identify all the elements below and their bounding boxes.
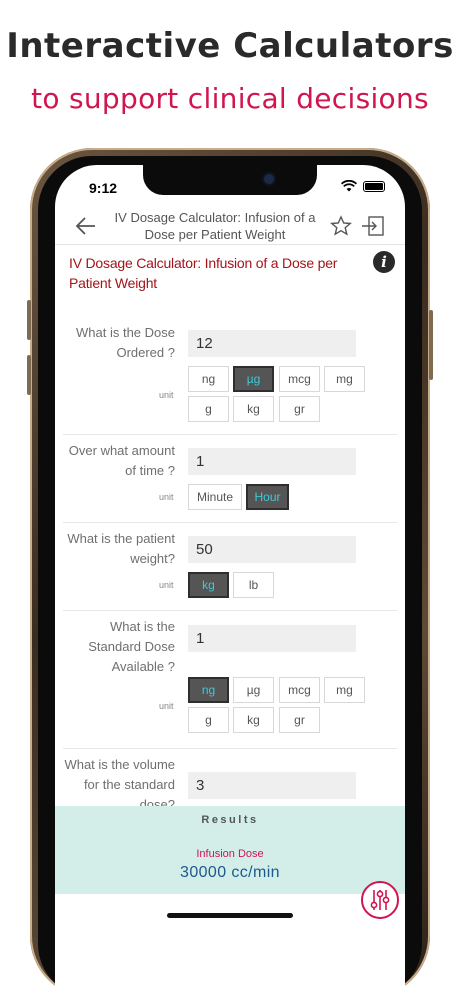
dose-ordered-unit-mg[interactable]: mg — [324, 366, 365, 392]
weight-label: What is the patient weight? — [67, 531, 175, 566]
info-icon[interactable]: i — [373, 251, 395, 273]
standard-dose-unit-label: unit — [159, 701, 174, 711]
weight-unit-label: unit — [159, 580, 174, 590]
camera-icon — [264, 174, 274, 184]
volume-row: What is the volume for the standard dose… — [63, 749, 397, 812]
time-unit-hour[interactable]: Hour — [246, 484, 289, 510]
calculator-title: IV Dosage Calculator: Infusion of a Dose… — [69, 255, 338, 291]
infusion-dose-label: Infusion Dose — [196, 848, 264, 860]
time-row: Over what amount of time ? 1 unit Minute… — [63, 435, 397, 523]
standard-dose-input[interactable]: 1 — [188, 625, 356, 652]
dose-ordered-input[interactable]: 12 — [188, 330, 356, 357]
volume-input[interactable]: 3 — [188, 772, 356, 799]
dose-ordered-unit-ng[interactable]: ng — [188, 366, 229, 392]
dose-ordered-row: What is the Dose Ordered ? 12 unit ng µg… — [63, 315, 397, 435]
promo-subtitle: to support clinical decisions — [31, 82, 429, 115]
battery-icon — [363, 180, 385, 192]
side-button-left — [27, 300, 31, 340]
time-unit-minute[interactable]: Minute — [188, 484, 242, 510]
status-icons — [341, 180, 385, 192]
standard-dose-unit-ng[interactable]: ng — [188, 677, 229, 703]
weight-row: What is the patient weight? 50 unit kg l… — [63, 523, 397, 611]
dose-ordered-unit-kg[interactable]: kg — [233, 396, 274, 422]
standard-dose-row: What is the Standard Dose Available ? 1 … — [63, 611, 397, 749]
infusion-dose-value: 30000 cc/min — [180, 864, 280, 881]
dose-ordered-unit-gr[interactable]: gr — [279, 396, 320, 422]
side-button-left-2 — [27, 355, 31, 395]
phone-screen: 9:12 IV Dosage Calculator: Infusion of a… — [55, 165, 405, 996]
weight-input[interactable]: 50 — [188, 536, 356, 563]
standard-dose-unit-g[interactable]: g — [188, 707, 229, 733]
status-time: 9:12 — [89, 180, 118, 196]
home-indicator[interactable] — [167, 913, 293, 918]
results-title: Results — [201, 814, 259, 826]
time-input[interactable]: 1 — [188, 448, 356, 475]
weight-unit-lb[interactable]: lb — [233, 572, 274, 598]
standard-dose-unit-ug[interactable]: µg — [233, 677, 274, 703]
status-bar: 9:12 — [55, 165, 405, 209]
time-unit-label: unit — [159, 492, 174, 502]
standard-dose-unit-mcg[interactable]: mcg — [279, 677, 320, 703]
side-button-right — [429, 310, 433, 380]
standard-dose-unit-kg[interactable]: kg — [233, 707, 274, 733]
dose-ordered-unit-label: unit — [159, 390, 174, 400]
settings-fab[interactable] — [361, 881, 399, 919]
time-label: Over what amount of time ? — [68, 443, 175, 478]
back-arrow-icon[interactable] — [73, 213, 99, 239]
sliders-icon — [370, 890, 390, 910]
notch — [143, 165, 317, 195]
standard-dose-unit-mg[interactable]: mg — [324, 677, 365, 703]
wifi-icon — [341, 180, 357, 192]
dose-ordered-unit-ug[interactable]: µg — [233, 366, 274, 392]
standard-dose-label: What is the Standard Dose Available ? — [88, 619, 175, 674]
dose-ordered-unit-mcg[interactable]: mcg — [279, 366, 320, 392]
nav-title: IV Dosage Calculator: Infusion of a Dose… — [114, 210, 316, 242]
promo-title: Interactive Calculators — [6, 26, 454, 66]
results-panel: Results Infusion Dose 30000 cc/min — [55, 806, 405, 894]
exit-icon[interactable] — [361, 215, 385, 237]
standard-dose-unit-gr[interactable]: gr — [279, 707, 320, 733]
nav-bar: IV Dosage Calculator: Infusion of a Dose… — [55, 209, 405, 245]
weight-unit-kg[interactable]: kg — [188, 572, 229, 598]
star-icon[interactable] — [330, 215, 352, 237]
dose-ordered-label: What is the Dose Ordered ? — [76, 325, 175, 360]
dose-ordered-unit-g[interactable]: g — [188, 396, 229, 422]
